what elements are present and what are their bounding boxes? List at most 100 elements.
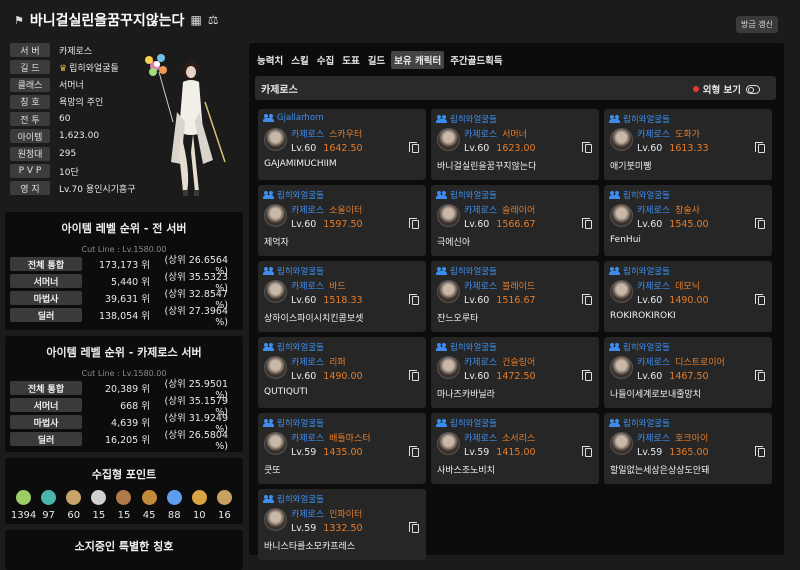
character-server: 카제로스 xyxy=(291,130,325,140)
collection-item[interactable]: 60 xyxy=(62,490,86,521)
copy-icon[interactable] xyxy=(409,142,419,153)
level-row: Lv.60 1613.33 xyxy=(637,143,709,154)
character-level: Lv.60 xyxy=(291,295,317,306)
scale-icon[interactable]: ⚖ xyxy=(208,13,219,27)
character-class: 슬레이어 xyxy=(502,206,536,216)
character-server: 카제로스 xyxy=(464,358,498,368)
guild-row: 립히와얼굴들 xyxy=(436,113,497,125)
collection-value: 15 xyxy=(117,510,131,521)
copy-icon[interactable] xyxy=(755,446,765,457)
guild-people-icon xyxy=(609,419,620,427)
collection-item[interactable]: 16 xyxy=(212,490,236,521)
bookmark-icon[interactable]: ⚑ xyxy=(14,14,24,27)
character-card[interactable]: 립히와얼굴들 카제로스 건슬링어 Lv.60 1472.50 마나즈카바닐라 xyxy=(431,337,599,408)
profile-label: 원정대 xyxy=(10,146,50,161)
collection-item[interactable]: 88 xyxy=(162,490,186,521)
character-server: 카제로스 xyxy=(291,510,325,520)
character-card[interactable]: 립히와얼굴들 카제로스 배틀마스터 Lv.59 1435.00 쿳또 xyxy=(258,413,426,484)
character-card[interactable]: 립히와얼굴들 카제로스 인파이터 Lv.59 1332.50 바니스타를소모카프레스 xyxy=(258,489,426,560)
toggle-icon[interactable] xyxy=(746,84,760,94)
class-row: 카제로스 소서리스 xyxy=(464,431,535,444)
tab-1[interactable]: 스킬 xyxy=(289,51,310,69)
character-card[interactable]: 립히와얼굴들 카제로스 슬레이어 Lv.60 1566.67 극에신아 xyxy=(431,185,599,256)
collection-item[interactable]: 10 xyxy=(187,490,211,521)
item-level: 1365.00 xyxy=(669,447,709,458)
island-heart-icon xyxy=(16,490,32,505)
copy-icon[interactable] xyxy=(582,446,592,457)
collection-item[interactable]: 1394 xyxy=(11,490,36,521)
character-level: Lv.59 xyxy=(291,447,317,458)
guild-people-icon xyxy=(263,495,274,503)
tab-2[interactable]: 수집 xyxy=(315,51,336,69)
guild-name: 립히와얼굴들 xyxy=(623,115,670,125)
guild-people-icon xyxy=(609,191,620,199)
copy-icon[interactable] xyxy=(409,446,419,457)
refresh-button[interactable]: 방금 갱신 xyxy=(736,16,778,33)
mask-icon xyxy=(116,490,132,505)
character-card[interactable]: 립히와얼굴들 카제로스 서머너 Lv.60 1623.00 바니걸실린을꿈꾸지않는다 xyxy=(431,109,599,180)
collection-item[interactable]: 45 xyxy=(137,490,161,521)
avatar xyxy=(610,432,633,455)
collection-item[interactable]: 15 xyxy=(112,490,136,521)
copy-icon[interactable] xyxy=(755,142,765,153)
copy-icon[interactable] xyxy=(409,370,419,381)
id-card-icon[interactable]: ▦ xyxy=(190,13,201,27)
copy-icon[interactable] xyxy=(582,370,592,381)
profile-value: 카제로스 xyxy=(59,46,93,57)
character-server: 카제로스 xyxy=(637,282,671,292)
copy-icon[interactable] xyxy=(582,218,592,229)
character-card[interactable]: 립히와얼굴들 카제로스 도화가 Lv.60 1613.33 애기붓미쨍 xyxy=(604,109,772,180)
character-card[interactable]: 립히와얼굴들 카제로스 리퍼 Lv.60 1490.00 QUTIQUTI xyxy=(258,337,426,408)
collection-value: 15 xyxy=(92,510,106,521)
avatar xyxy=(264,356,287,379)
copy-icon[interactable] xyxy=(582,142,592,153)
guild-people-icon xyxy=(263,114,274,122)
collection-value: 10 xyxy=(192,510,206,521)
character-level: Lv.59 xyxy=(464,447,490,458)
profile-value: 295 xyxy=(59,148,77,159)
outfit-toggle[interactable]: 외형 보기 xyxy=(692,82,760,96)
tab-4[interactable]: 길드 xyxy=(366,51,387,69)
character-card[interactable]: 립히와얼굴들 카제로스 소울이터 Lv.60 1597.50 제억자 xyxy=(258,185,426,256)
rank-value: 5,440 위 xyxy=(111,277,150,288)
copy-icon[interactable] xyxy=(409,522,419,533)
tab-6[interactable]: 주간골드획득 xyxy=(448,51,504,69)
tab-5[interactable]: 보유 캐릭터 xyxy=(391,51,445,69)
character-card[interactable]: 립히와얼굴들 카제로스 호크아이 Lv.59 1365.00 할일없는세상은상상도안돼 xyxy=(604,413,772,484)
character-card[interactable]: 립히와얼굴들 카제로스 디스트로이어 Lv.60 1467.50 나들이세계로보내줄망치 xyxy=(604,337,772,408)
copy-icon[interactable] xyxy=(755,370,765,381)
guild-people-icon xyxy=(609,343,620,351)
item-level: 1516.67 xyxy=(496,295,536,306)
tab-3[interactable]: 도표 xyxy=(340,51,361,69)
copy-icon[interactable] xyxy=(409,218,419,229)
character-card[interactable]: 립히와얼굴들 카제로스 데모닉 Lv.60 1490.00 ROKIROKIROKI xyxy=(604,261,772,332)
copy-icon[interactable] xyxy=(409,294,419,305)
profile-label: 서 버 xyxy=(10,43,50,57)
character-name: 바니걸실린을꿈꾸지않는다 xyxy=(29,13,185,29)
copy-icon[interactable] xyxy=(755,294,765,305)
class-row: 카제로스 호크아이 xyxy=(637,431,708,444)
outfit-label: 외형 보기 xyxy=(702,85,741,96)
guild-row: 립히와얼굴들 xyxy=(436,265,497,277)
rank-row: 딜러 138,054 위 (상위 27.3964 %) xyxy=(5,306,243,328)
character-card[interactable]: 립히와얼굴들 카제로스 바드 Lv.60 1518.33 상하이스파이시치킨콤보셋 xyxy=(258,261,426,332)
guild-row: 립히와얼굴들 xyxy=(609,113,670,125)
collection-panel: 수집형 포인트 1394 97 60 15 15 45 88 10 16 xyxy=(5,458,243,524)
class-row: 카제로스 디스트로이어 xyxy=(637,355,725,368)
character-card[interactable]: 립히와얼굴들 카제로스 창술사 Lv.60 1545.00 FenHui xyxy=(604,185,772,256)
character-level: Lv.60 xyxy=(637,143,663,154)
collection-item[interactable]: 97 xyxy=(37,490,61,521)
copy-icon[interactable] xyxy=(755,218,765,229)
character-card[interactable]: 립히와얼굴들 카제로스 블레이드 Lv.60 1516.67 잔느오루타 xyxy=(431,261,599,332)
collection-value: 45 xyxy=(142,510,156,521)
character-level: Lv.60 xyxy=(637,295,663,306)
character-card[interactable]: Gjallarhorn 카제로스 스카우터 Lv.60 1642.50 GAJAMIMUC… xyxy=(258,109,426,180)
item-level: 1566.67 xyxy=(496,219,536,230)
character-class: 데모닉 xyxy=(675,282,700,292)
collection-item[interactable]: 15 xyxy=(87,490,111,521)
character-card[interactable]: 립히와얼굴들 카제로스 소서리스 Lv.59 1415.00 사바스조노비치 xyxy=(431,413,599,484)
guild-name: 립히와얼굴들 xyxy=(277,343,324,353)
copy-icon[interactable] xyxy=(582,294,592,305)
tab-0[interactable]: 능력치 xyxy=(255,51,285,69)
brush-icon xyxy=(141,490,157,505)
